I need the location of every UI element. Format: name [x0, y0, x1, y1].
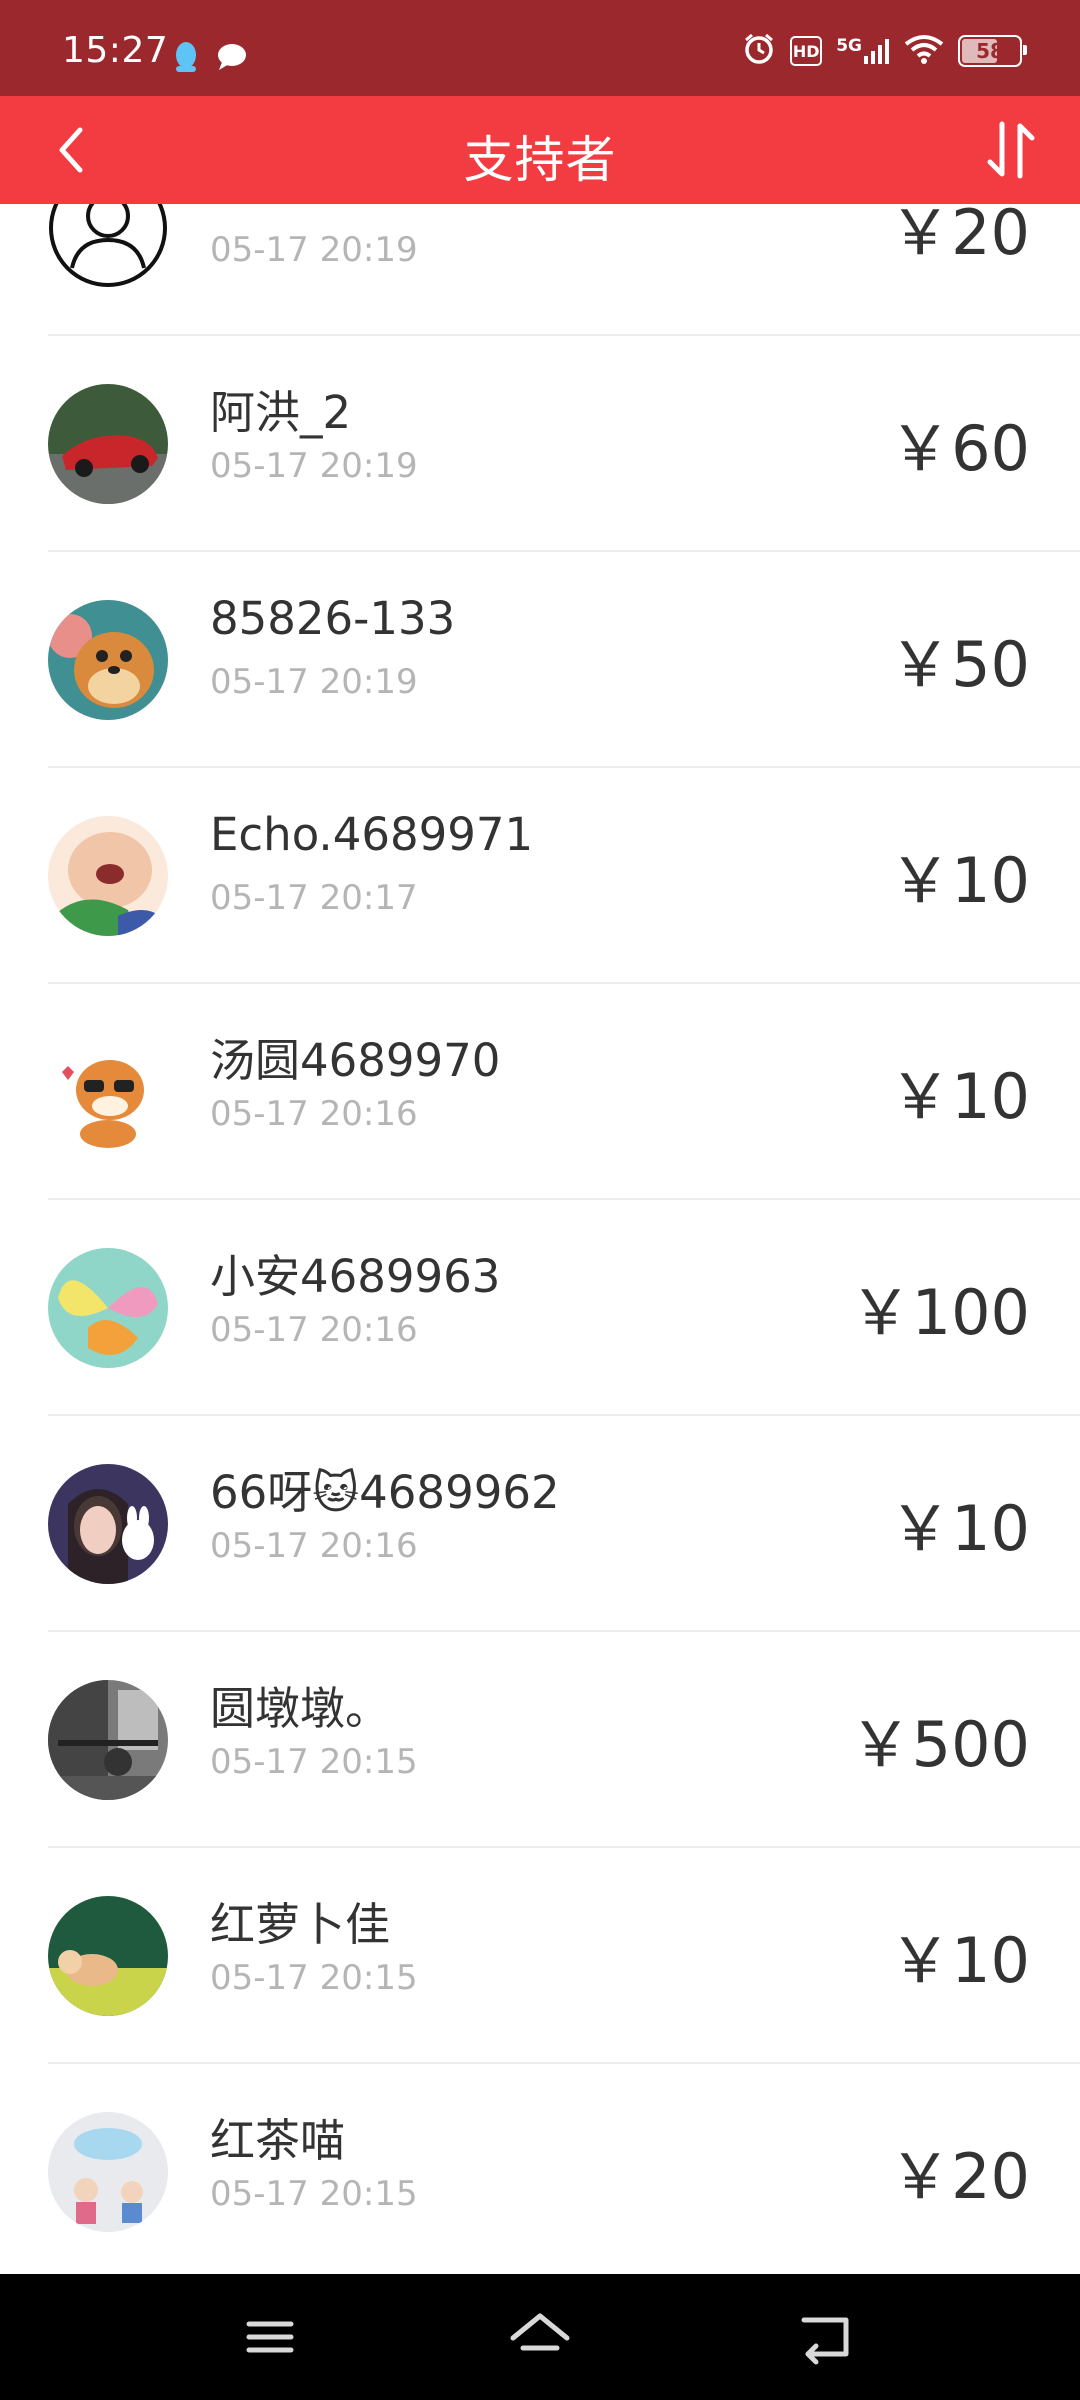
back-icon [801, 2317, 849, 2365]
support-amount: ￥10 [889, 844, 1030, 917]
supporter-list-content: 13542887473 05-17 20:19 ￥20 阿洪_2 05-17 2… [0, 204, 1080, 2274]
support-time: 05-17 20:19 [210, 446, 418, 486]
supporter-list[interactable]: 13542887473 05-17 20:19 ￥20 阿洪_2 05-17 2… [0, 204, 1080, 2274]
support-time: 05-17 20:19 [210, 662, 418, 702]
support-time: 05-17 20:16 [210, 1310, 418, 1350]
supporter-name: Echo.4689971 [210, 808, 534, 861]
supporter-name: 85826-133 [210, 592, 456, 645]
avatar-dog-on-grass-icon [48, 1896, 168, 2016]
alarm-icon [742, 32, 776, 70]
supporter-row[interactable]: Echo.4689971 05-17 20:17 ￥10 [0, 768, 1080, 984]
supporter-name: 13542887473 [210, 204, 525, 213]
supporter-row[interactable]: 圆墩墩。 05-17 20:15 ￥500 [0, 1632, 1080, 1848]
chat-bubble-icon [216, 42, 248, 76]
supporter-name: 阿洪_2 [210, 386, 352, 439]
supporter-name: 汤圆4689970 [210, 1034, 501, 1087]
supporter-row[interactable]: 小安4689963 05-17 20:16 ￥100 [0, 1200, 1080, 1416]
support-time: 05-17 20:15 [210, 2174, 418, 2214]
sort-arrows-icon [987, 121, 1035, 179]
back-nav-button[interactable] [790, 2304, 860, 2370]
support-time: 05-17 20:16 [210, 1526, 418, 1566]
avatar-crying-baby-icon [48, 816, 168, 936]
supporter-row[interactable]: 13542887473 05-17 20:19 ￥20 [0, 204, 1080, 336]
avatar-butterfly-icon [48, 1248, 168, 1368]
support-amount: ￥100 [849, 1276, 1030, 1349]
supporter-row[interactable]: 汤圆4689970 05-17 20:16 ￥10 [0, 984, 1080, 1200]
support-time: 05-17 20:15 [210, 1742, 418, 1782]
support-amount: ￥10 [889, 1492, 1030, 1565]
status-right-icons: HD 5G 58 [742, 32, 1027, 70]
top-app-bar: 支持者 [0, 96, 1080, 204]
hd-icon: HD [790, 36, 823, 66]
system-nav-bar [0, 2274, 1080, 2400]
qq-penguin-icon [172, 40, 200, 78]
avatar-grayscale-photo-icon [48, 1680, 168, 1800]
support-amount: ￥50 [889, 628, 1030, 701]
5g-signal-icon: 5G [836, 38, 890, 64]
supporter-row[interactable]: 85826-133 05-17 20:19 ￥50 [0, 552, 1080, 768]
sort-button[interactable] [968, 110, 1052, 190]
avatar-cartoon-mouse-icon [48, 600, 168, 720]
support-amount: ￥10 [889, 1060, 1030, 1133]
support-time: 05-17 20:16 [210, 1094, 418, 1134]
supporter-name: 圆墩墩。 [210, 1682, 391, 1735]
supporter-row[interactable]: 红萝卜佳 05-17 20:15 ￥10 [0, 1848, 1080, 2064]
support-time: 05-17 20:17 [210, 878, 418, 918]
support-amount: ￥10 [889, 1924, 1030, 1997]
supporter-name: 小安4689963 [210, 1250, 501, 1303]
support-time: 05-17 20:19 [210, 230, 418, 270]
home-button[interactable] [505, 2304, 575, 2370]
home-icon [510, 2313, 570, 2351]
supporter-name: 红萝卜佳 [210, 1898, 391, 1951]
support-amount: ￥20 [889, 204, 1030, 269]
supporter-row[interactable]: 66呀🐱4689962 05-17 20:16 ￥10 [0, 1416, 1080, 1632]
menu-button[interactable] [235, 2304, 305, 2370]
supporter-name: 66呀🐱4689962 [210, 1466, 560, 1519]
support-amount: ￥60 [889, 412, 1030, 485]
avatar-default-user-icon [48, 204, 168, 288]
status-bar: 15:27 HD 5G 58 [0, 0, 1080, 96]
status-left-icons [172, 40, 248, 78]
support-amount: ￥500 [849, 1708, 1030, 1781]
menu-icon [246, 2321, 294, 2353]
status-time: 15:27 [62, 30, 169, 71]
wifi-icon [904, 34, 944, 68]
support-time: 05-17 20:15 [210, 1958, 418, 1998]
avatar-girl-photo-icon [48, 1464, 168, 1584]
support-amount: ￥20 [889, 2140, 1030, 2213]
battery-icon: 58 [958, 35, 1027, 67]
supporter-row[interactable]: 阿洪_2 05-17 20:19 ￥60 [0, 336, 1080, 552]
avatar-cartoon-tiger-icon [48, 1032, 168, 1152]
supporter-row[interactable]: 红茶喵 05-17 20:15 ￥20 [0, 2064, 1080, 2274]
supporter-name: 红茶喵 [210, 2114, 346, 2167]
avatar-cartoon-kids-icon [48, 2112, 168, 2232]
page-title: 支持者 [463, 131, 617, 189]
avatar-sports-car-icon [48, 384, 168, 504]
